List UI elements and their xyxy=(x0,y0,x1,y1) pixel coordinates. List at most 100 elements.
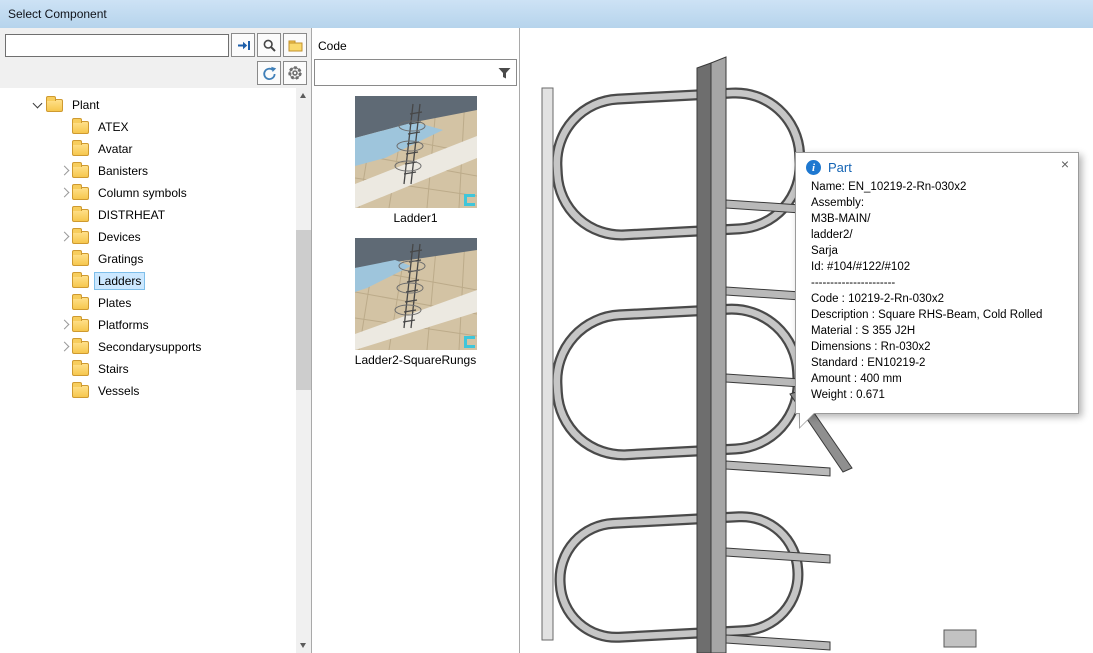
chevron-spacer xyxy=(56,119,72,135)
tree-item-gratings[interactable]: Gratings xyxy=(0,248,296,270)
open-folder-button[interactable] xyxy=(283,33,307,57)
tooltip-line: Code : 10219-2-Rn-030x2 xyxy=(811,291,1072,307)
tree-item-distrheat[interactable]: DISTRHEAT xyxy=(0,204,296,226)
refresh-toolbar xyxy=(0,59,311,91)
chevron-right-icon[interactable] xyxy=(56,317,72,333)
tree-item-platforms[interactable]: Platforms xyxy=(0,314,296,336)
tooltip-header: i Part xyxy=(806,160,1072,175)
tree-item-label: DISTRHEAT xyxy=(95,207,168,223)
tree-item-label: Gratings xyxy=(95,251,146,267)
tree-item-label: Column symbols xyxy=(95,185,190,201)
chevron-spacer xyxy=(56,141,72,157)
info-icon: i xyxy=(806,160,821,175)
tree-item-avatar[interactable]: Avatar xyxy=(0,138,296,160)
search-toolbar xyxy=(0,28,311,59)
chevron-spacer xyxy=(56,383,72,399)
tooltip-line: Description : Square RHS-Beam, Cold Roll… xyxy=(811,307,1072,323)
chevron-right-icon[interactable] xyxy=(56,185,72,201)
tooltip-separator: ---------------------- xyxy=(811,275,1072,291)
folder-open-icon xyxy=(46,99,63,112)
tree-item-stairs[interactable]: Stairs xyxy=(0,358,296,380)
ladder2-thumbnail[interactable] xyxy=(355,238,477,350)
chevron-spacer xyxy=(56,295,72,311)
tree-item-label: Vessels xyxy=(95,383,142,399)
folder-icon xyxy=(72,121,89,134)
folder-icon xyxy=(72,231,89,244)
folder-icon xyxy=(72,363,89,376)
component-item-ladder2[interactable]: Ladder2-SquareRungs xyxy=(355,238,477,367)
refresh-button[interactable] xyxy=(257,61,281,85)
go-button[interactable] xyxy=(231,33,255,57)
chevron-spacer xyxy=(56,273,72,289)
folder-icon xyxy=(72,253,89,266)
refresh-icon xyxy=(262,66,277,81)
tree-item-label: Avatar xyxy=(95,141,135,157)
code-header-label: Code xyxy=(312,28,519,59)
chevron-down-icon[interactable] xyxy=(30,97,46,113)
component-list-panel: Code xyxy=(312,28,520,653)
chevron-spacer xyxy=(56,251,72,267)
folder-icon xyxy=(72,385,89,398)
chevron-right-icon[interactable] xyxy=(56,339,72,355)
tooltip-line: Standard : EN10219-2 xyxy=(811,355,1072,371)
scroll-up-icon[interactable] xyxy=(296,88,311,103)
gear-icon xyxy=(287,65,303,81)
component-thumbnail-list: Ladder1 xyxy=(312,96,519,367)
chevron-spacer xyxy=(56,207,72,223)
scroll-down-icon[interactable] xyxy=(296,638,311,653)
scrollbar-thumb[interactable] xyxy=(296,230,311,390)
folder-tree: Plant ATEX Avatar Banisters xyxy=(0,88,296,653)
tooltip-line: ladder2/ xyxy=(811,227,1072,243)
tree-item-atex[interactable]: ATEX xyxy=(0,116,296,138)
ladder1-render xyxy=(355,96,477,208)
component-tree-panel: Plant ATEX Avatar Banisters xyxy=(0,28,312,653)
tree-item-vessels[interactable]: Vessels xyxy=(0,380,296,402)
tree-item-ladders[interactable]: Ladders xyxy=(0,270,296,292)
chevron-right-icon[interactable] xyxy=(56,229,72,245)
component-item-ladder1[interactable]: Ladder1 xyxy=(355,96,477,225)
tree-item-column-symbols[interactable]: Column symbols xyxy=(0,182,296,204)
tree-item-label: Ladders xyxy=(95,273,144,289)
chevron-right-icon[interactable] xyxy=(56,163,72,179)
titlebar[interactable]: Select Component xyxy=(0,0,1093,28)
settings-button[interactable] xyxy=(283,61,307,85)
tree-item-label: Banisters xyxy=(95,163,151,179)
tooltip-line: Dimensions : Rn-030x2 xyxy=(811,339,1072,355)
folder-icon xyxy=(72,341,89,354)
tree-scrollbar[interactable] xyxy=(296,88,311,653)
tree-item-label: Secondarysupports xyxy=(95,339,204,355)
folder-icon xyxy=(72,165,89,178)
model-viewport[interactable]: i Part × Name: EN_10219-2-Rn-030x2 Assem… xyxy=(520,28,1093,653)
code-filter-field[interactable] xyxy=(314,59,517,86)
tooltip-line: Weight : 0.671 xyxy=(811,387,1072,403)
tree-item-secondarysupports[interactable]: Secondarysupports xyxy=(0,336,296,358)
folder-icon xyxy=(288,38,303,53)
window-title: Select Component xyxy=(8,7,107,21)
filter-funnel-icon[interactable] xyxy=(495,64,513,82)
component-symbol-icon xyxy=(464,336,475,348)
tree-item-devices[interactable]: Devices xyxy=(0,226,296,248)
select-component-window: Select Component xyxy=(0,0,1093,653)
tree-item-label: Plates xyxy=(95,295,134,311)
window-body: Plant ATEX Avatar Banisters xyxy=(0,28,1093,653)
tree-item-banisters[interactable]: Banisters xyxy=(0,160,296,182)
tooltip-line: M3B-MAIN/ xyxy=(811,211,1072,227)
tree-item-label: Plant xyxy=(69,97,102,113)
go-arrow-icon xyxy=(236,38,251,53)
component-item-label: Ladder2-SquareRungs xyxy=(355,353,477,367)
tree-item-plates[interactable]: Plates xyxy=(0,292,296,314)
component-symbol-icon xyxy=(464,194,475,206)
tooltip-line: Name: EN_10219-2-Rn-030x2 xyxy=(811,179,1072,195)
search-input[interactable] xyxy=(5,34,229,57)
search-button[interactable] xyxy=(257,33,281,57)
tree-item-label: Devices xyxy=(95,229,144,245)
close-icon[interactable]: × xyxy=(1061,157,1069,171)
tree-item-label: Stairs xyxy=(95,361,132,377)
folder-icon xyxy=(72,275,89,288)
tooltip-line: Sarja xyxy=(811,243,1072,259)
tree-item-label: ATEX xyxy=(95,119,131,135)
tree-item-plant[interactable]: Plant xyxy=(0,94,296,116)
ladder1-thumbnail[interactable] xyxy=(355,96,477,208)
tooltip-body: Name: EN_10219-2-Rn-030x2 Assembly: M3B-… xyxy=(806,179,1072,403)
tooltip-line: Id: #104/#122/#102 xyxy=(811,259,1072,275)
